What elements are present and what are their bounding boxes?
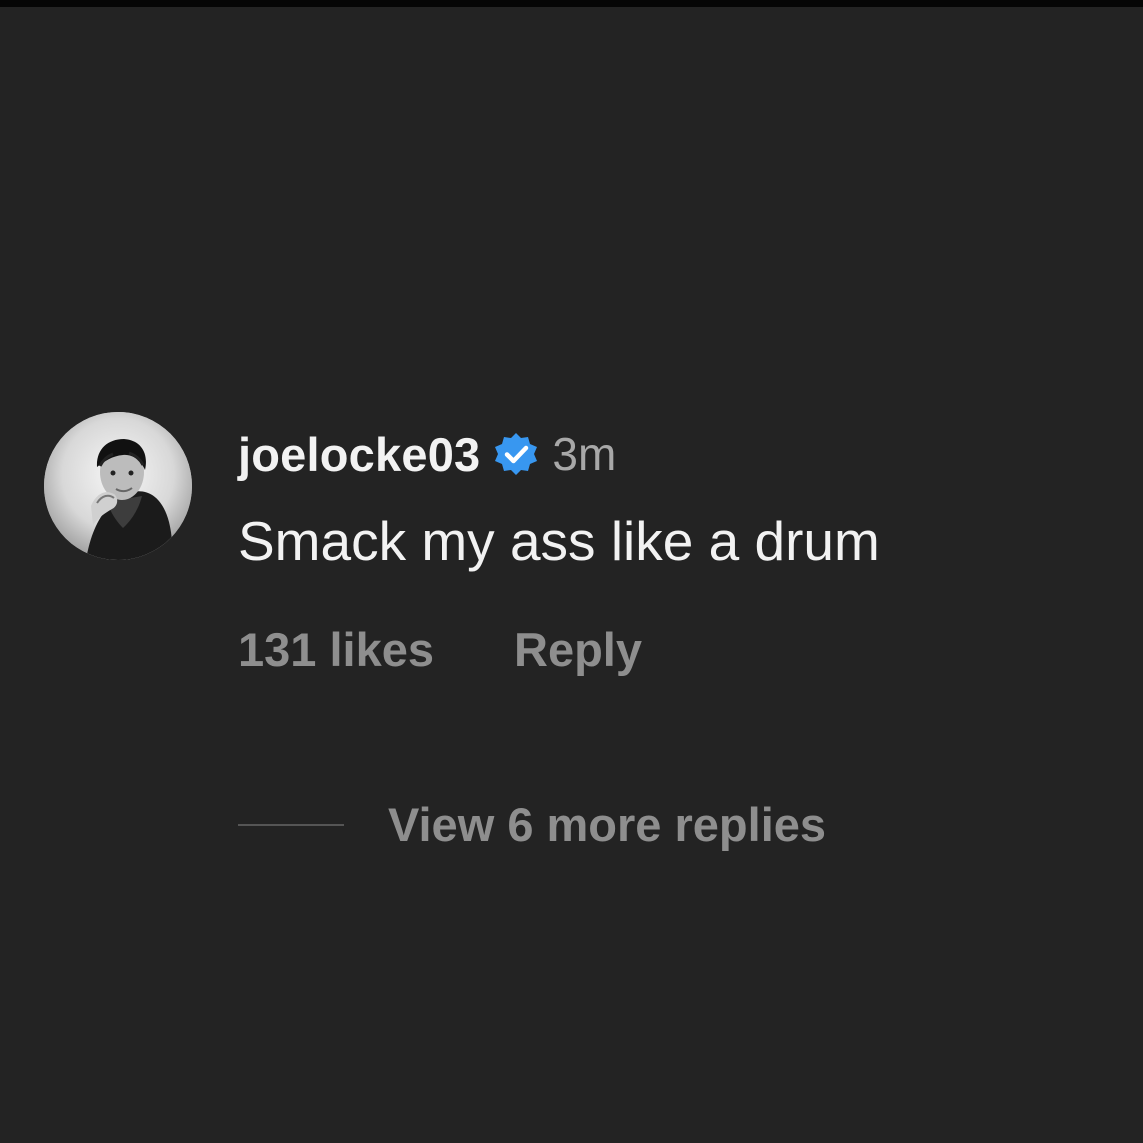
profile-photo-icon <box>44 412 192 560</box>
likes-count-button[interactable]: 131 likes <box>238 622 434 677</box>
comment-actions: 131 likes Reply <box>238 622 642 677</box>
comment-header: joelocke03 3m <box>238 426 616 482</box>
view-more-replies-button[interactable]: View 6 more replies <box>238 797 826 852</box>
view-more-replies-label: View 6 more replies <box>388 798 827 851</box>
replies-divider <box>238 823 344 826</box>
comment-text: Smack my ass like a drum <box>238 510 880 572</box>
instagram-comment-screen: joelocke03 3m Smack my ass like a drum 1… <box>0 0 1143 1143</box>
comment-item: joelocke03 3m Smack my ass like a drum 1… <box>44 412 1104 872</box>
username-link[interactable]: joelocke03 <box>238 427 480 482</box>
reply-button[interactable]: Reply <box>514 622 642 677</box>
verified-badge-icon <box>495 433 538 475</box>
avatar[interactable] <box>44 412 192 560</box>
comment-timestamp: 3m <box>552 428 617 480</box>
